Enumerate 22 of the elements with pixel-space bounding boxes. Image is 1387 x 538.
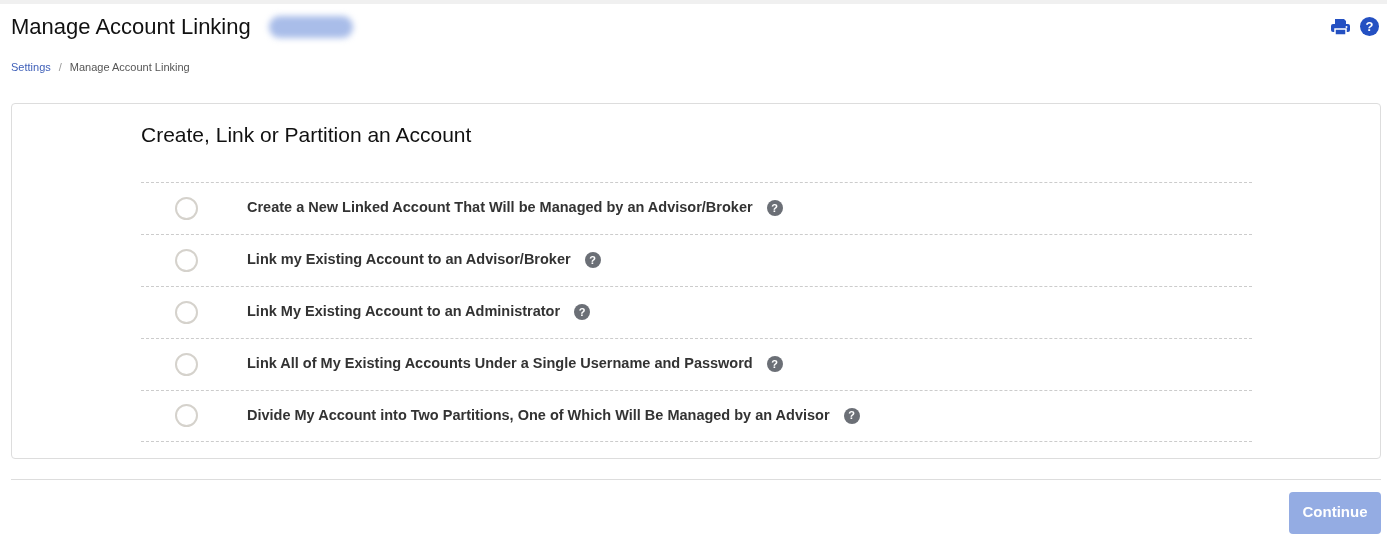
radio-button[interactable] <box>175 196 198 220</box>
option-label[interactable]: Link All of My Existing Accounts Under a Single Username and Password <box>247 353 753 376</box>
option-label[interactable]: Create a New Linked Account That Will be Managed by an Advisor/Broker <box>247 197 753 220</box>
option-label[interactable]: Link My Existing Account to an Administrator <box>247 301 561 324</box>
help-icon[interactable]: ? <box>1360 17 1379 36</box>
breadcrumb-separator: / <box>58 60 62 75</box>
help-icon[interactable]: ? <box>584 252 601 269</box>
help-icon[interactable]: ? <box>766 200 783 217</box>
panel-heading: Create, Link or Partition an Account <box>141 121 473 147</box>
option-label[interactable]: Link my Existing Account to an Advisor/Broker <box>247 249 571 272</box>
help-icon[interactable]: ? <box>843 407 860 424</box>
page-title: Manage Account Linking <box>11 15 251 38</box>
radio-button[interactable] <box>175 352 198 376</box>
option-label[interactable]: Divide My Account into Two Partitions, One of Which Will Be Managed by an Advisor <box>247 404 830 427</box>
help-icon[interactable]: ? <box>574 304 591 321</box>
print-icon[interactable] <box>1331 17 1350 36</box>
radio-button[interactable] <box>175 300 198 324</box>
breadcrumb-current: Manage Account Linking <box>69 60 190 75</box>
breadcrumb-link[interactable]: Settings <box>11 59 51 76</box>
radio-button[interactable] <box>175 248 198 272</box>
radio-button[interactable] <box>175 404 198 428</box>
help-icon[interactable]: ? <box>766 356 783 373</box>
